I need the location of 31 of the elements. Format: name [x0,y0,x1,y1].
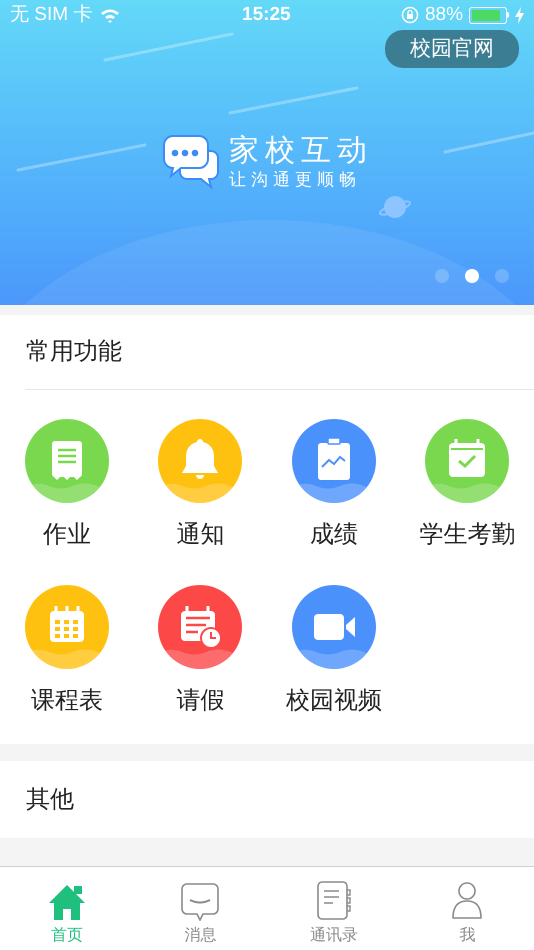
banner-title: 家校互动 [229,133,373,169]
feature-label[interactable]: 课程表 [30,686,103,716]
carrier-label: 无 SIM 卡 [10,2,92,27]
feature-label[interactable]: 作业 [42,520,91,550]
homework-icon[interactable] [24,419,109,503]
notebook-icon [316,881,352,921]
banner-subtitle: 让沟通更顺畅 [229,169,362,191]
leave-icon[interactable] [158,585,242,669]
video-icon[interactable] [292,585,376,669]
chat-bubbles-icon [163,134,219,190]
feature-label[interactable]: 成绩 [310,520,358,550]
campus-website-button[interactable]: 校园官网 [385,30,519,68]
calendar-icon[interactable] [24,585,109,669]
feature-label[interactable]: 请假 [176,686,224,716]
feature-label[interactable]: 学生考勤 [419,520,516,550]
feature-label[interactable]: 校园视频 [286,686,382,716]
chart-icon[interactable] [292,419,376,503]
charging-icon [515,6,524,24]
bell-icon[interactable] [158,419,242,503]
section-title: 常用功能 [26,337,122,367]
clock: 15:25 [242,2,291,27]
chat-bubble-icon [181,883,220,921]
section-title: 其他 [26,784,74,814]
feature-label[interactable]: 通知 [176,520,224,550]
attendance-icon[interactable] [425,419,510,503]
battery-icon [469,6,509,24]
home-icon [46,883,87,921]
person-icon [451,881,484,921]
wifi-icon [100,8,120,22]
battery-percent: 88% [424,2,463,27]
rotation-lock-icon [400,6,419,24]
